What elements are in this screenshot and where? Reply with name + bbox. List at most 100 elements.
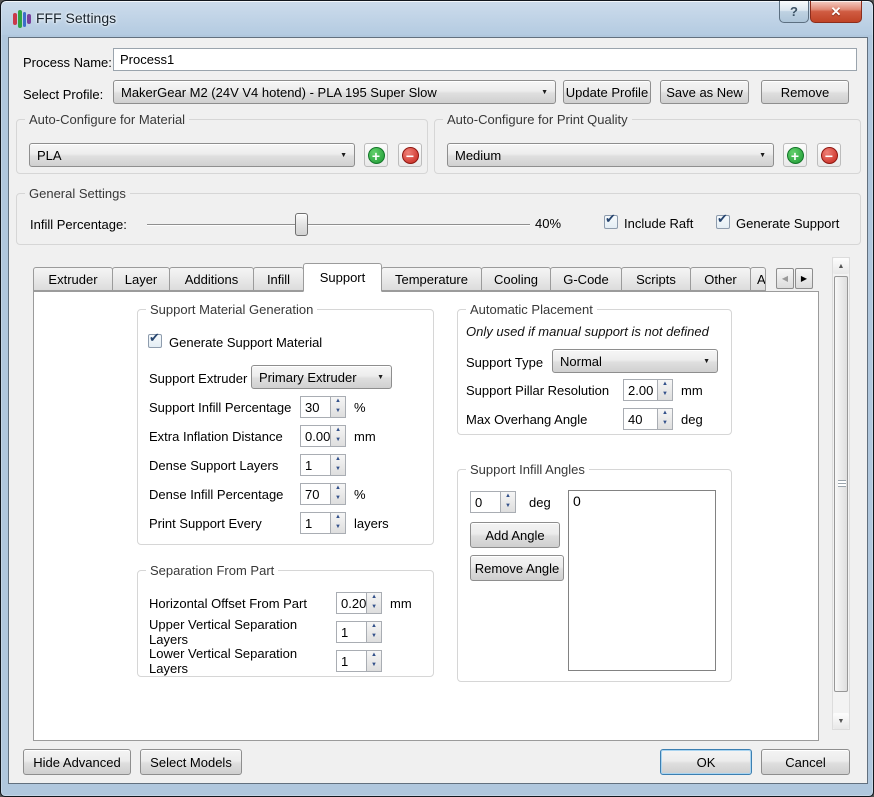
tab-additions[interactable]: Additions	[169, 267, 254, 291]
window-title: FFF Settings	[36, 10, 116, 26]
quality-select-value: Medium	[455, 148, 501, 163]
generate-support-checkbox-label: Generate Support	[736, 216, 839, 231]
tab-cooling[interactable]: Cooling	[481, 267, 551, 291]
save-as-new-button[interactable]: Save as New	[660, 80, 749, 104]
print-support-every-spinbox[interactable]: 1 ▲▼	[300, 512, 346, 534]
spin-up-icon[interactable]: ▲	[331, 397, 345, 407]
extra-inflation-distance-spinbox[interactable]: 0.00 ▲▼	[300, 425, 346, 447]
tab-advanced-clipped[interactable]: Ad	[750, 267, 766, 291]
spin-up-icon[interactable]: ▲	[367, 593, 381, 603]
profile-select[interactable]: MakerGear M2 (24V V4 hotend) - PLA 195 S…	[113, 80, 556, 104]
support-pillar-resolution-spinbox[interactable]: 2.00 ▲▼	[623, 379, 673, 401]
chevron-down-icon: ▼	[753, 152, 766, 159]
scroll-down-button[interactable]: ▼	[833, 713, 849, 729]
tab-infill[interactable]: Infill	[253, 267, 304, 291]
infill-slider-handle[interactable]	[295, 213, 308, 236]
support-type-select[interactable]: Normal ▼	[552, 349, 718, 373]
upper-vertical-separation-spinbox[interactable]: 1 ▲▼	[336, 621, 382, 643]
vertical-scrollbar[interactable]: ▲ ▼	[832, 257, 850, 730]
help-button[interactable]: ?	[779, 1, 809, 23]
quality-select[interactable]: Medium ▼	[447, 143, 774, 167]
scroll-up-button[interactable]: ▲	[833, 258, 849, 274]
spin-up-icon[interactable]: ▲	[367, 622, 381, 632]
remove-profile-button[interactable]: Remove	[761, 80, 849, 104]
settings-tabbar: Extruder Layer Additions Infill Support …	[33, 263, 765, 291]
spin-down-icon[interactable]: ▼	[331, 465, 345, 475]
close-icon: ✕	[831, 4, 842, 20]
spin-down-icon[interactable]: ▼	[367, 632, 381, 642]
process-name-input[interactable]	[113, 48, 857, 71]
include-raft-label: Include Raft	[624, 216, 693, 231]
tab-extruder[interactable]: Extruder	[33, 267, 113, 291]
auto-configure-quality-title: Auto-Configure for Print Quality	[443, 112, 632, 127]
add-quality-button[interactable]: +	[783, 143, 807, 167]
scrollbar-thumb[interactable]	[834, 276, 848, 692]
tab-scroll-right-button[interactable]: ▶	[795, 268, 813, 289]
support-extruder-select[interactable]: Primary Extruder ▼	[251, 365, 392, 389]
spin-down-icon[interactable]: ▼	[658, 390, 672, 400]
spin-up-icon[interactable]: ▲	[501, 492, 515, 502]
select-models-button[interactable]: Select Models	[140, 749, 242, 775]
angle-spinbox[interactable]: 0 ▲▼	[470, 491, 516, 513]
add-angle-button[interactable]: Add Angle	[470, 522, 560, 548]
spin-down-icon[interactable]: ▼	[367, 603, 381, 613]
tab-scripts[interactable]: Scripts	[621, 267, 691, 291]
max-overhang-angle-spinbox[interactable]: 40 ▲▼	[623, 408, 673, 430]
update-profile-button[interactable]: Update Profile	[563, 80, 651, 104]
spin-up-icon[interactable]: ▲	[658, 380, 672, 390]
angles-listbox[interactable]: 0	[568, 490, 716, 671]
generate-support-checkbox[interactable]: ✔	[716, 215, 730, 229]
spin-up-icon[interactable]: ▲	[331, 426, 345, 436]
fff-settings-dialog: FFF Settings ? ✕ Process Name: Select Pr…	[0, 0, 874, 797]
spin-up-icon[interactable]: ▲	[658, 409, 672, 419]
horizontal-offset-spinbox[interactable]: 0.20 ▲▼	[336, 592, 382, 614]
spin-down-icon[interactable]: ▼	[658, 419, 672, 429]
hide-advanced-button[interactable]: Hide Advanced	[23, 749, 131, 775]
remove-material-button[interactable]: −	[398, 143, 422, 167]
spin-down-icon[interactable]: ▼	[367, 661, 381, 671]
separation-from-part-group: Separation From Part Horizontal Offset F…	[137, 570, 434, 677]
angle-list-item[interactable]: 0	[569, 491, 715, 511]
check-icon: ✔	[149, 330, 160, 346]
tab-layer[interactable]: Layer	[112, 267, 170, 291]
spin-up-icon[interactable]: ▲	[331, 513, 345, 523]
lower-vertical-separation-spinbox[interactable]: 1 ▲▼	[336, 650, 382, 672]
generate-support-material-checkbox[interactable]: ✔	[148, 334, 162, 348]
remove-quality-button[interactable]: −	[817, 143, 841, 167]
dense-support-layers-spinbox[interactable]: 1 ▲▼	[300, 454, 346, 476]
tab-support[interactable]: Support	[303, 263, 382, 292]
remove-angle-button[interactable]: Remove Angle	[470, 555, 564, 581]
spin-down-icon[interactable]: ▼	[331, 494, 345, 504]
tab-scroll-left-button[interactable]: ◀	[776, 268, 794, 289]
ok-button[interactable]: OK	[660, 749, 752, 775]
chevron-down-icon: ▼	[535, 89, 548, 96]
tab-temperature[interactable]: Temperature	[381, 267, 482, 291]
material-select[interactable]: PLA ▼	[29, 143, 355, 167]
support-infill-percentage-row: Support Infill Percentage 30 ▲▼ %	[149, 396, 366, 418]
spin-up-icon[interactable]: ▲	[331, 455, 345, 465]
close-button[interactable]: ✕	[810, 1, 862, 23]
spin-down-icon[interactable]: ▼	[331, 407, 345, 417]
spin-down-icon[interactable]: ▼	[501, 502, 515, 512]
plus-icon: +	[787, 147, 804, 164]
spin-down-icon[interactable]: ▼	[331, 523, 345, 533]
tab-gcode[interactable]: G-Code	[550, 267, 622, 291]
infill-slider-track[interactable]	[147, 224, 530, 225]
automatic-placement-title: Automatic Placement	[466, 302, 597, 317]
add-material-button[interactable]: +	[364, 143, 388, 167]
support-infill-percentage-spinbox[interactable]: 30 ▲▼	[300, 396, 346, 418]
chevron-down-icon: ▼	[371, 374, 384, 381]
arrow-up-icon: ▲	[838, 263, 845, 270]
spin-up-icon[interactable]: ▲	[367, 651, 381, 661]
spin-up-icon[interactable]: ▲	[331, 484, 345, 494]
manual-support-note: Only used if manual support is not defin…	[466, 324, 709, 339]
include-raft-checkbox[interactable]: ✔	[604, 215, 618, 229]
spin-down-icon[interactable]: ▼	[331, 436, 345, 446]
support-type-label: Support Type	[466, 355, 543, 370]
chevron-down-icon: ▼	[334, 152, 347, 159]
profile-select-value: MakerGear M2 (24V V4 hotend) - PLA 195 S…	[121, 85, 437, 100]
tab-other[interactable]: Other	[690, 267, 751, 291]
cancel-button[interactable]: Cancel	[761, 749, 850, 775]
titlebar[interactable]: FFF Settings ? ✕	[1, 1, 873, 37]
dense-infill-percentage-spinbox[interactable]: 70 ▲▼	[300, 483, 346, 505]
